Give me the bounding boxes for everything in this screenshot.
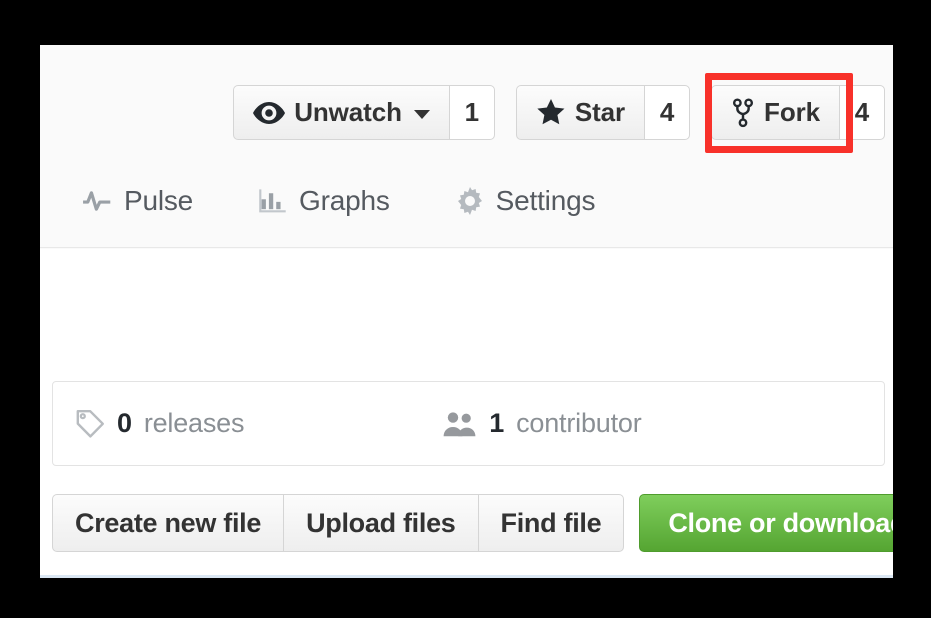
repo-body: 0 releases 1 contributor Create new file… xyxy=(40,249,893,578)
contributors-link[interactable]: 1 contributor xyxy=(443,408,642,439)
star-count[interactable]: 4 xyxy=(644,85,691,140)
pulse-icon xyxy=(82,190,112,212)
clone-or-download-button[interactable]: Clone or download xyxy=(639,494,893,552)
fork-count[interactable]: 4 xyxy=(839,85,885,140)
chevron-down-icon xyxy=(413,109,430,119)
file-action-toolbar: Create new file Upload files Find file C… xyxy=(52,494,893,552)
unwatch-button[interactable]: Unwatch xyxy=(233,85,449,140)
tab-graphs[interactable]: Graphs xyxy=(259,185,390,217)
screenshot-root: Unwatch 1 Star 4 Fork 4 Pulse Graphs Set… xyxy=(0,0,931,618)
numbers-summary: 0 releases 1 contributor xyxy=(52,381,885,466)
repo-forked-icon xyxy=(731,97,755,128)
clone-or-download-label: Clone or download xyxy=(668,507,893,538)
releases-count: 0 xyxy=(117,408,132,438)
tab-settings[interactable]: Settings xyxy=(456,185,596,217)
contributors-count: 1 xyxy=(489,408,505,438)
star-button[interactable]: Star xyxy=(515,85,645,140)
contributors-label: contributor xyxy=(516,408,642,438)
upload-files-button[interactable]: Upload files xyxy=(283,494,478,552)
tab-settings-label: Settings xyxy=(495,185,596,216)
find-file-button[interactable]: Find file xyxy=(477,494,625,552)
organization-icon xyxy=(443,411,477,437)
gear-icon xyxy=(456,187,484,215)
unwatch-label: Unwatch xyxy=(294,97,402,127)
tag-icon xyxy=(75,409,105,439)
fork-button-group: Fork 4 xyxy=(711,85,885,140)
releases-label: releases xyxy=(143,408,245,438)
tab-pulse-label: Pulse xyxy=(124,185,194,216)
repo-header: Unwatch 1 Star 4 Fork 4 Pulse Graphs Set… xyxy=(40,45,893,248)
watch-count[interactable]: 1 xyxy=(448,85,495,140)
star-label: Star xyxy=(574,97,626,127)
star-button-group: Star 4 xyxy=(515,85,691,140)
fork-label: Fork xyxy=(764,97,820,127)
fork-button[interactable]: Fork xyxy=(711,85,839,140)
graph-icon xyxy=(259,188,287,214)
releases-link[interactable]: 0 releases xyxy=(75,408,244,439)
tab-pulse[interactable]: Pulse xyxy=(82,185,193,217)
repository-card: Unwatch 1 Star 4 Fork 4 Pulse Graphs Set… xyxy=(40,45,893,578)
pagehead-actions: Unwatch 1 Star 4 Fork 4 xyxy=(212,85,885,140)
tab-graphs-label: Graphs xyxy=(299,185,390,216)
star-icon xyxy=(536,98,566,127)
repository-nav: Pulse Graphs Settings xyxy=(40,185,661,217)
create-new-file-button[interactable]: Create new file xyxy=(52,494,284,552)
watch-button-group: Unwatch 1 xyxy=(233,85,495,140)
eye-icon xyxy=(253,101,286,124)
